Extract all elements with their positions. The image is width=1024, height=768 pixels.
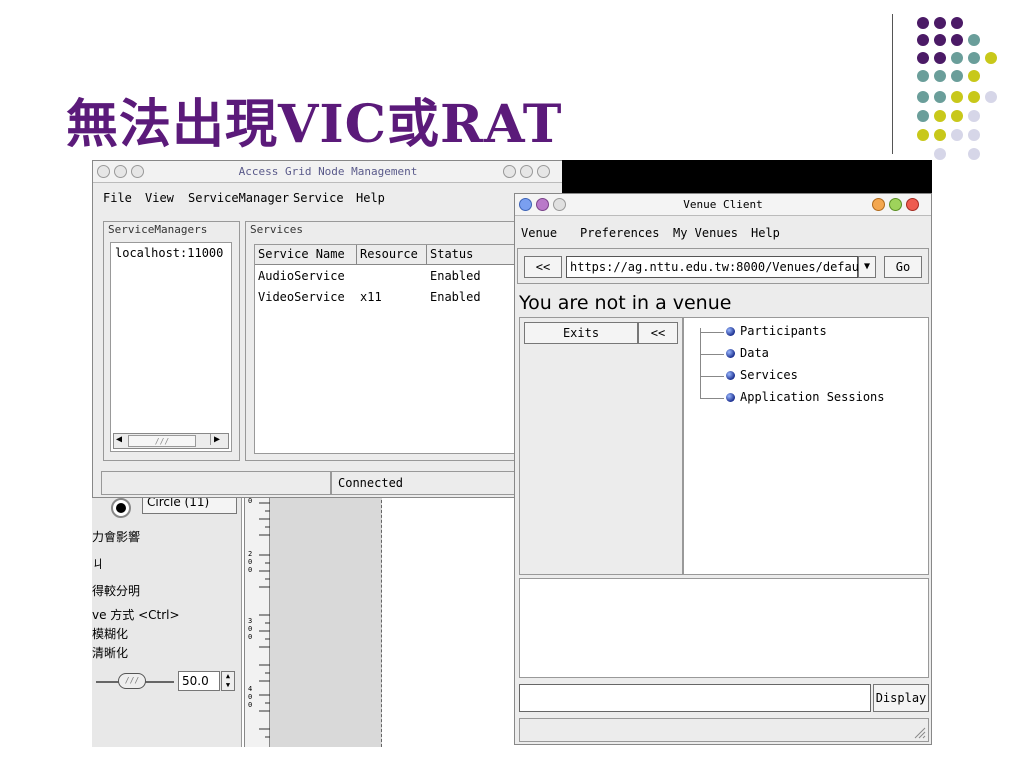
menu-view[interactable]: View xyxy=(145,191,174,205)
menu-help[interactable]: Help xyxy=(751,226,780,240)
services-label: Services xyxy=(250,223,303,236)
go-button[interactable]: Go xyxy=(884,256,922,278)
minimize-icon[interactable] xyxy=(872,198,885,211)
venue-url-text: https://ag.nttu.edu.tw:8000/Venues/defau… xyxy=(570,260,874,274)
collapse-exits-button[interactable]: << xyxy=(638,322,678,344)
service-managers-list[interactable]: localhost:11000 ◀ /// ▶ xyxy=(110,242,232,452)
window-title: Access Grid Node Management xyxy=(238,165,418,178)
address-bar: << https://ag.nttu.edu.tw:8000/Venues/de… xyxy=(517,248,929,284)
service-managers-group: ServiceManagers localhost:11000 ◀ /// ▶ xyxy=(103,221,240,461)
venue-url-input[interactable]: https://ag.nttu.edu.tw:8000/Venues/defau… xyxy=(566,256,873,278)
node-management-window: Access Grid Node Management File View Se… xyxy=(92,160,567,498)
venue-status-bar xyxy=(519,718,929,742)
column-header[interactable]: Service Name xyxy=(255,245,357,265)
zoom-slider-thumb[interactable]: /// xyxy=(118,673,146,689)
maximize-icon[interactable] xyxy=(131,165,144,178)
node-icon xyxy=(726,371,735,380)
exits-pane: Exits << xyxy=(519,317,683,575)
display-button[interactable]: Display xyxy=(873,684,929,712)
zoom-value-field[interactable]: 50.0 xyxy=(178,671,220,691)
bg-text-line: ve 方式 <Ctrl> xyxy=(92,608,180,622)
resource-cell: x11 xyxy=(360,290,382,304)
tree-label: Application Sessions xyxy=(740,390,885,404)
venue-client-titlebar[interactable]: Venue Client xyxy=(515,194,931,216)
status-cell: Enabled xyxy=(430,290,481,304)
scroll-thumb[interactable]: /// xyxy=(128,435,196,447)
desktop-strip xyxy=(562,160,932,194)
bg-text-line: 模糊化 xyxy=(92,627,129,641)
drawing-canvas[interactable] xyxy=(270,495,382,747)
connection-status: Connected xyxy=(338,476,404,490)
node-icon xyxy=(726,327,735,336)
node-menubar: File View ServiceManager Service Help xyxy=(93,189,563,209)
slide-title: 無法出現VIC或RAT xyxy=(66,94,563,155)
exits-button[interactable]: Exits xyxy=(524,322,638,344)
close-icon[interactable] xyxy=(906,198,919,211)
venue-menubar: Venue Preferences My Venues Help xyxy=(515,224,931,244)
scroll-left-icon[interactable]: ◀ xyxy=(116,434,122,445)
minimize-icon[interactable] xyxy=(114,165,127,178)
vertical-ruler: 0 200 300 400 xyxy=(244,495,271,747)
column-header[interactable]: Resource xyxy=(357,245,427,265)
menu-help[interactable]: Help xyxy=(356,191,385,205)
chat-text-area[interactable] xyxy=(519,578,929,678)
service-name-cell: AudioService xyxy=(258,269,345,283)
tree-label: Services xyxy=(740,368,798,382)
maximize-icon[interactable] xyxy=(537,165,550,178)
window-title: Venue Client xyxy=(683,198,763,211)
tree-label: Data xyxy=(740,346,769,360)
menu-servicemanager[interactable]: ServiceManager xyxy=(188,191,289,205)
list-item[interactable]: localhost:11000 xyxy=(113,246,225,260)
back-button[interactable]: << xyxy=(524,256,562,278)
minimize-icon[interactable] xyxy=(520,165,533,178)
bg-text-line: ㄐ xyxy=(92,557,105,571)
tree-connector xyxy=(700,328,701,398)
bg-text-line: 得較分明 xyxy=(92,584,141,598)
ruler-label: 300 xyxy=(248,617,253,641)
horizontal-scrollbar[interactable]: ◀ /// ▶ xyxy=(113,433,229,449)
guide-line xyxy=(381,495,382,747)
chat-input[interactable] xyxy=(519,684,871,712)
venue-heading: You are not in a venue xyxy=(519,292,732,314)
resize-grip-icon[interactable] xyxy=(912,725,926,739)
menu-file[interactable]: File xyxy=(103,191,132,205)
service-name-cell: VideoService xyxy=(258,290,345,304)
minimize-icon[interactable] xyxy=(519,198,532,211)
node-icon xyxy=(726,349,735,358)
circle-radio[interactable] xyxy=(111,498,131,518)
zoom-spinner[interactable]: ▲ ▼ xyxy=(221,671,235,691)
ruler-label: 400 xyxy=(248,685,253,709)
divider-line xyxy=(892,14,893,154)
venue-tree[interactable]: Participants Data Services Application S… xyxy=(683,317,929,575)
menu-venue[interactable]: Venue xyxy=(521,226,557,240)
maximize-icon[interactable] xyxy=(536,198,549,211)
node-management-titlebar[interactable]: Access Grid Node Management xyxy=(93,161,563,183)
ruler-label: 0 xyxy=(248,497,253,505)
ruler-label: 200 xyxy=(248,550,253,574)
menu-preferences[interactable]: Preferences xyxy=(580,226,659,240)
bg-text-line: 力會影響 xyxy=(92,530,141,544)
service-managers-label: ServiceManagers xyxy=(106,223,210,236)
shade-icon[interactable] xyxy=(553,198,566,211)
close-icon[interactable] xyxy=(97,165,110,178)
status-bar-left xyxy=(101,471,331,495)
maximize-icon[interactable] xyxy=(889,198,902,211)
tree-label: Participants xyxy=(740,324,827,338)
chevron-down-icon[interactable]: ▼ xyxy=(858,256,876,278)
menu-service[interactable]: Service xyxy=(293,191,344,205)
status-cell: Enabled xyxy=(430,269,481,283)
close-icon[interactable] xyxy=(503,165,516,178)
scroll-right-icon[interactable]: ▶ xyxy=(210,434,220,445)
menu-my-venues[interactable]: My Venues xyxy=(673,226,738,240)
bg-text-line: 清晰化 xyxy=(92,646,129,660)
venue-client-window: Venue Client Venue Preferences My Venues… xyxy=(514,193,932,745)
node-icon xyxy=(726,393,735,402)
